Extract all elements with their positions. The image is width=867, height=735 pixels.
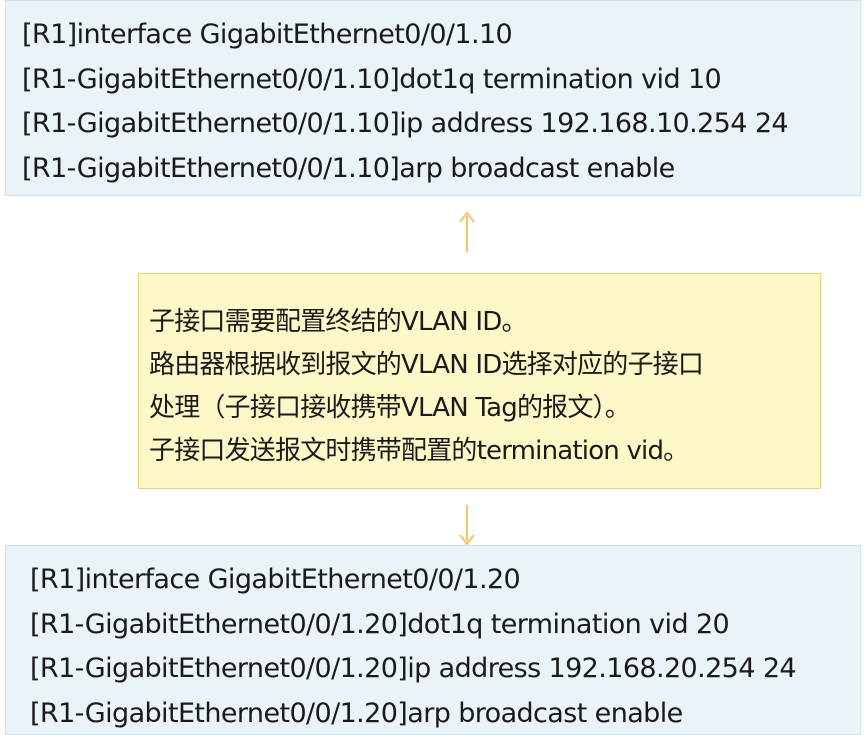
- bottom-config-block: [R1]interface GigabitEthernet0/0/1.20 [R…: [5, 545, 861, 735]
- config-line: [R1]interface GigabitEthernet0/0/1.20: [30, 564, 521, 595]
- note-line: 子接口发送报文时携带配置的termination vid。: [149, 436, 689, 466]
- config-line: [R1]interface GigabitEthernet0/0/1.10: [22, 19, 513, 50]
- config-line: [R1-GigabitEthernet0/0/1.10]dot1q termin…: [22, 63, 722, 95]
- config-line: [R1-GigabitEthernet0/0/1.20]arp broadcas…: [30, 697, 683, 729]
- note-line: 子接口需要配置终结的VLAN ID。: [149, 307, 527, 337]
- note-line: 路由器根据收到报文的VLAN ID选择对应的子接口: [149, 350, 704, 380]
- down-arrow-icon: [459, 505, 475, 546]
- note-line: 处理（子接口接收携带VLAN Tag的报文）。: [149, 393, 631, 423]
- top-config-block: [R1]interface GigabitEthernet0/0/1.10 [R…: [5, 0, 861, 196]
- up-arrow-icon: [459, 211, 475, 252]
- config-line: [R1-GigabitEthernet0/0/1.20]dot1q termin…: [30, 608, 730, 640]
- config-line: [R1-GigabitEthernet0/0/1.10]ip address 1…: [22, 108, 789, 139]
- explanation-note: 子接口需要配置终结的VLAN ID。 路由器根据收到报文的VLAN ID选择对应…: [138, 273, 821, 489]
- config-line: [R1-GigabitEthernet0/0/1.10]arp broadcas…: [22, 152, 675, 184]
- config-line: [R1-GigabitEthernet0/0/1.20]ip address 1…: [30, 653, 797, 684]
